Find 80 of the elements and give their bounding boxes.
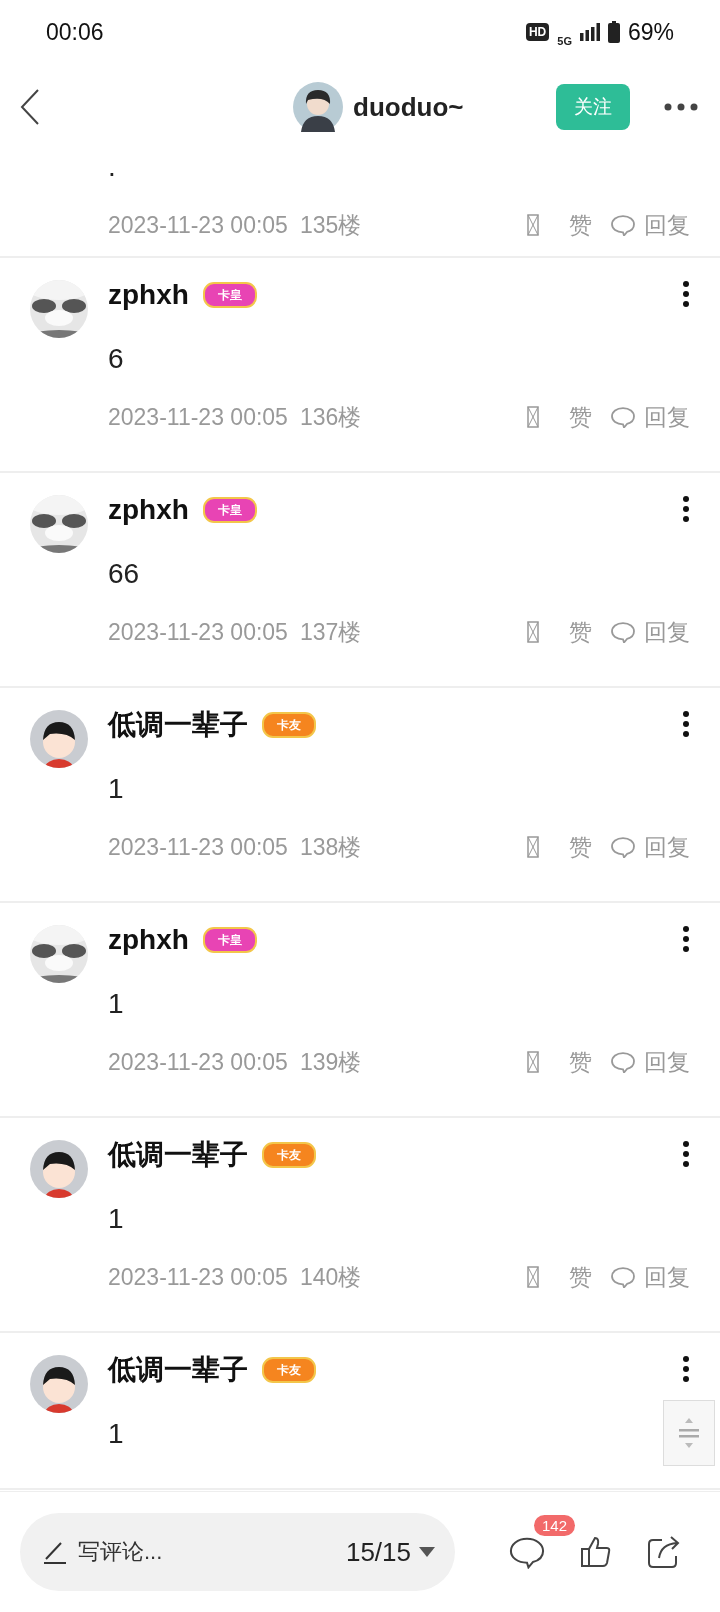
page-indicator[interactable]: 15/15: [345, 1536, 411, 1568]
comment-field[interactable]: 写评论... 15/15: [20, 1513, 455, 1591]
reply-button[interactable]: 回复: [644, 1261, 690, 1293]
comment-icon: [610, 835, 636, 859]
missing-glyph-icon: [527, 621, 539, 643]
back-icon[interactable]: [20, 88, 40, 126]
level-badge: 卡皇: [202, 927, 257, 953]
comment-icon: [610, 213, 636, 237]
comment-count: 142: [534, 1515, 576, 1536]
missing-glyph-icon: [527, 1051, 539, 1073]
reply-button[interactable]: 回复: [644, 831, 690, 863]
level-badge: 卡友: [262, 712, 316, 738]
level-badge: 卡皇: [202, 282, 257, 308]
comment-icon: [610, 620, 636, 644]
post-time: 2023-11-23 00:05: [108, 1048, 288, 1076]
battery-percent: 69%: [627, 18, 674, 46]
post-time: 2023-11-23 00:05: [108, 211, 288, 239]
floor-number: 136楼: [299, 402, 362, 432]
like-button[interactable]: 赞: [569, 401, 592, 433]
level-badge: 卡皇: [202, 497, 257, 523]
reply-button[interactable]: 回复: [644, 209, 690, 241]
more-icon[interactable]: [664, 103, 699, 111]
like-button[interactable]: 赞: [569, 831, 592, 863]
follow-button[interactable]: 关注: [556, 84, 631, 130]
floor-number: 138楼: [299, 832, 362, 862]
level-badge: 卡友: [262, 1357, 316, 1383]
caret-icon[interactable]: [419, 1547, 435, 1557]
missing-glyph-icon: [527, 214, 539, 236]
reply-button[interactable]: 回复: [644, 616, 690, 648]
more-icon[interactable]: [682, 495, 690, 523]
post-time: 2023-11-23 00:05: [108, 403, 288, 431]
comment-text: 1: [108, 1202, 124, 1236]
more-icon[interactable]: [682, 1355, 690, 1383]
post-time: 2023-11-23 00:05: [108, 1263, 288, 1291]
like-button[interactable]: 赞: [569, 1046, 592, 1078]
more-icon[interactable]: [682, 280, 690, 308]
reply-button[interactable]: 回复: [644, 401, 690, 433]
floor-number: 135楼: [299, 210, 362, 240]
floor-number: 140楼: [299, 1262, 362, 1292]
user-name[interactable]: zphxh: [108, 279, 189, 311]
comment-text: 1: [108, 772, 124, 806]
more-icon[interactable]: [682, 925, 690, 953]
post-time: 2023-11-23 00:05: [108, 833, 288, 861]
status-time: 00:06: [46, 18, 104, 46]
avatar-figure: [293, 82, 343, 132]
level-badge: 卡友: [262, 1142, 316, 1168]
user-name[interactable]: 低调一辈子: [108, 706, 248, 744]
missing-glyph-icon: [527, 406, 539, 428]
comment-text: 1: [108, 1417, 124, 1451]
comment-text: 1: [108, 987, 124, 1021]
more-icon[interactable]: [682, 1140, 690, 1168]
like-button[interactable]: 赞: [569, 616, 592, 648]
comment-text: .: [108, 150, 116, 184]
comment-icon: [610, 405, 636, 429]
user-name[interactable]: zphxh: [108, 924, 189, 956]
reply-button[interactable]: 回复: [644, 1046, 690, 1078]
user-name[interactable]: 低调一辈子: [108, 1136, 248, 1174]
missing-glyph-icon: [527, 1266, 539, 1288]
floor-number: 137楼: [299, 617, 362, 647]
missing-glyph-icon: [527, 836, 539, 858]
comment-icon[interactable]: [508, 1535, 546, 1569]
signal-icon: [579, 23, 600, 41]
comment-icon: [610, 1050, 636, 1074]
scroll-handle[interactable]: [663, 1400, 715, 1466]
like-button[interactable]: 赞: [569, 209, 592, 241]
post-time: 2023-11-23 00:05: [108, 618, 288, 646]
user-name[interactable]: 低调一辈子: [108, 1351, 248, 1389]
network-type: 5G: [557, 35, 572, 47]
battery-icon: [607, 21, 620, 43]
like-button[interactable]: 赞: [569, 1261, 592, 1293]
thumbs-up-icon[interactable]: [580, 1535, 612, 1569]
comment-text: 6: [108, 342, 124, 376]
comment-text: 66: [108, 557, 140, 591]
floor-number: 139楼: [299, 1047, 362, 1077]
comment-icon: [610, 1265, 636, 1289]
share-icon[interactable]: [646, 1534, 682, 1570]
hd-indicator: HD: [525, 23, 550, 41]
user-name[interactable]: duoduo~: [353, 91, 464, 123]
user-name[interactable]: zphxh: [108, 494, 189, 526]
more-icon[interactable]: [682, 710, 690, 738]
